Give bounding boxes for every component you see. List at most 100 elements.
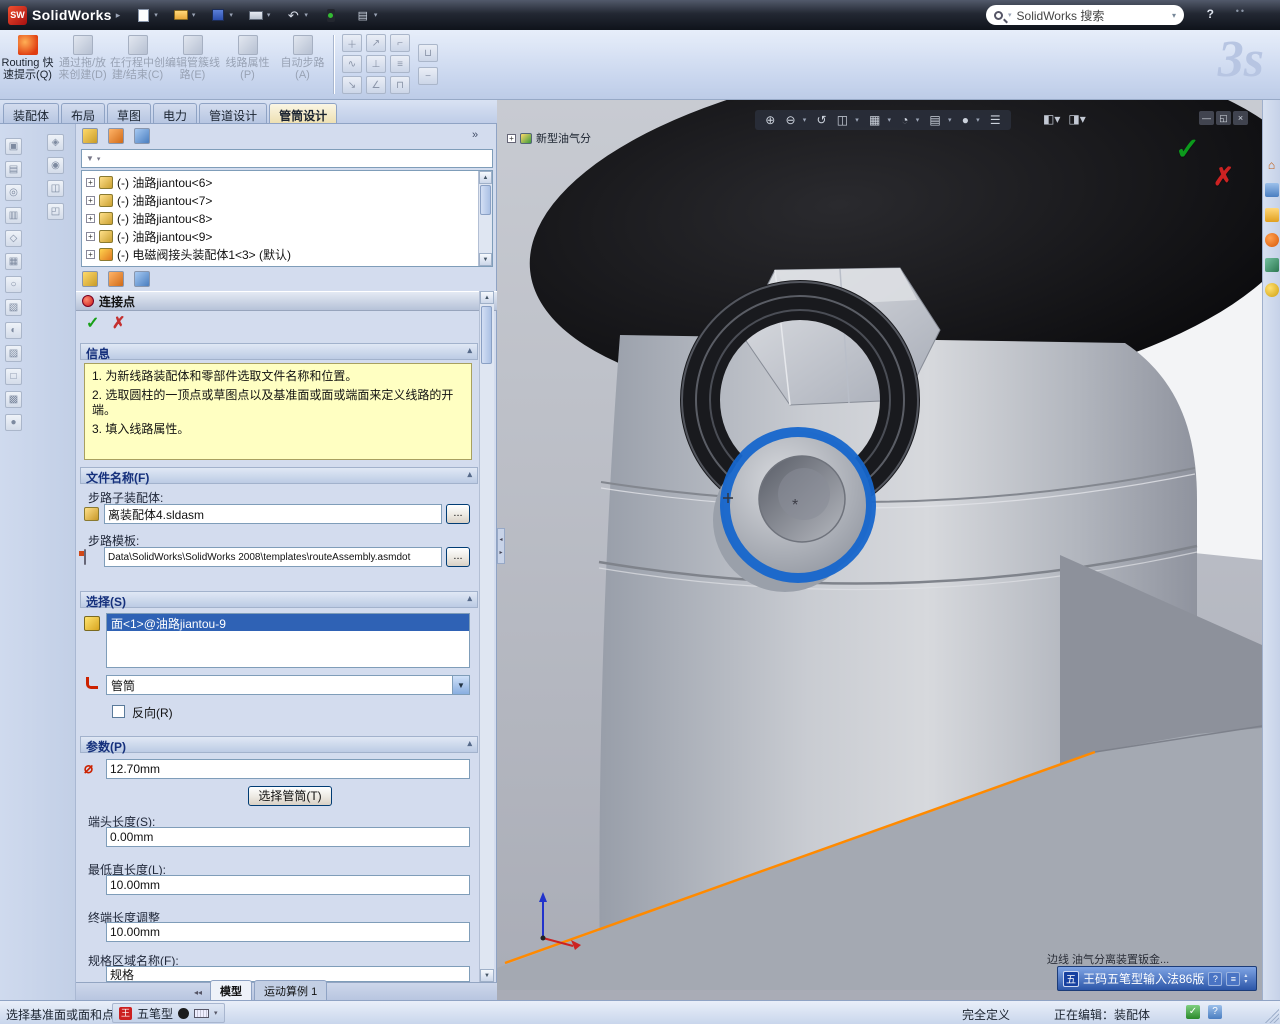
help-button[interactable]: ? — [1207, 7, 1214, 21]
routing-quick-tips-button[interactable]: Routing 快速提示(Q) — [0, 32, 55, 97]
tree-item-label[interactable]: (-) 油路jiantou<7> — [117, 192, 212, 209]
routing-tool-button[interactable]: ⌐ — [390, 34, 410, 52]
left-toolbar-button[interactable]: ◐ — [5, 322, 22, 339]
collapse-chevron-icon[interactable]: ▴ — [467, 738, 472, 751]
selected-face-item[interactable]: 面<1>@油路jiantou-9 — [107, 614, 469, 631]
ime-docked-bar[interactable]: 王 五笔型 ▾ — [112, 1003, 225, 1023]
status-ok-icon[interactable]: ✓ — [1186, 1005, 1200, 1019]
previous-view-icon[interactable]: ↺ — [816, 113, 826, 127]
pm-ok-button[interactable]: ✓ — [86, 313, 99, 333]
expand-icon[interactable]: + — [86, 196, 95, 205]
collapse-chevron-icon[interactable]: ▴ — [467, 345, 472, 358]
tab-sketch[interactable]: 草图 — [107, 103, 151, 123]
confirmation-cancel-icon[interactable]: ✗ — [1213, 162, 1234, 192]
tree-filter[interactable]: ▼ ▾ — [81, 149, 493, 168]
new-document-button[interactable]: ▾ — [134, 7, 158, 23]
appearance-icon[interactable]: ● — [962, 113, 969, 127]
scroll-up-icon[interactable]: ▲ — [480, 291, 494, 304]
collapse-chevron-icon[interactable]: ▴ — [467, 593, 472, 606]
view-orientation-icon[interactable]: ▦ — [869, 113, 880, 127]
file-explorer-icon[interactable] — [1265, 208, 1279, 222]
configurationmanager-tab-icon[interactable] — [134, 128, 150, 144]
configurationmanager-tab-icon[interactable] — [134, 271, 150, 287]
left-toolbar-button[interactable]: ◎ — [5, 184, 22, 201]
options-button[interactable]: ▤▾ — [354, 7, 378, 23]
doc-close-icon[interactable]: × — [1233, 111, 1248, 125]
tab-layout[interactable]: 布局 — [61, 103, 105, 123]
reverse-checkbox[interactable] — [112, 705, 125, 718]
confirmation-ok-icon[interactable]: ✓ — [1175, 132, 1200, 167]
expand-icon[interactable]: + — [86, 232, 95, 241]
expand-icon[interactable]: + — [86, 214, 95, 223]
featuremanager-tab-icon[interactable] — [82, 128, 98, 144]
edit-route-button[interactable]: 编辑管簇线路(E) — [165, 32, 220, 97]
auto-route-button[interactable]: 自动步路(A) — [275, 32, 330, 97]
left-toolbar-button[interactable]: ▤ — [5, 161, 22, 178]
ime-lang-icon[interactable]: 王 — [119, 1007, 132, 1020]
scroll-down-icon[interactable]: ▼ — [480, 969, 494, 982]
print-button[interactable]: ▾ — [247, 7, 271, 23]
search-dropdown-icon[interactable]: ▾ — [1172, 11, 1176, 20]
diameter-input[interactable] — [106, 759, 470, 779]
dropdown-arrow-icon[interactable]: ▼ — [452, 676, 469, 694]
annotation-icon[interactable]: ◨▾ — [1068, 112, 1085, 126]
panel-splitter-handle[interactable]: ◂▸ — [497, 528, 505, 564]
tab-scroll-left-icon[interactable]: ◂◂ — [194, 988, 202, 1000]
keyboard-icon[interactable] — [194, 1009, 209, 1018]
design-library-icon[interactable] — [1265, 183, 1279, 197]
ime-dock-caret-icon[interactable]: ▾ — [214, 1009, 218, 1017]
selection-section-header[interactable]: 选择(S) ▴ — [80, 591, 478, 608]
model-tab[interactable]: 模型 — [210, 980, 252, 1000]
doc-restore-icon[interactable]: ◱ — [1216, 111, 1231, 125]
tree-item[interactable]: + (-) 电磁阀接头装配体1<3> (默认) — [82, 245, 492, 263]
tab-tubing[interactable]: 管筒设计 — [269, 103, 337, 123]
left-toolbar-button[interactable]: ◰ — [47, 203, 64, 220]
scroll-thumb[interactable] — [480, 185, 491, 215]
routing-tool-button[interactable]: ＋ — [342, 34, 362, 52]
left-toolbar-button[interactable]: ◇ — [5, 230, 22, 247]
info-section-header[interactable]: 信息 ▴ — [80, 343, 478, 360]
rebuild-button[interactable] — [322, 7, 340, 23]
scroll-thumb[interactable] — [481, 306, 492, 364]
routing-tool-button[interactable]: ⊥ — [366, 55, 386, 73]
tree-item[interactable]: + (-) 油路jiantou<9> — [82, 227, 492, 245]
routing-tool-button[interactable]: ⊔ — [418, 44, 438, 62]
document-tree-flyout[interactable]: + 新型油气分 — [507, 130, 591, 146]
collapse-chevron-icon[interactable]: ▴ — [467, 469, 472, 482]
quick-tips-icon[interactable]: ? — [1208, 1005, 1222, 1019]
create-by-dragdrop-button[interactable]: 通过拖/放来创建(D) — [55, 32, 110, 97]
doc-minimize-icon[interactable]: — — [1199, 111, 1214, 125]
tree-scrollbar[interactable]: ▲ ▼ — [478, 171, 492, 266]
search-scope-caret-icon[interactable]: ▾ — [1008, 11, 1012, 19]
appearances-icon[interactable] — [1265, 258, 1279, 272]
left-toolbar-button[interactable]: ▩ — [5, 391, 22, 408]
left-toolbar-button[interactable]: □ — [5, 368, 22, 385]
home-icon[interactable]: ⌂ — [1265, 158, 1279, 172]
tree-item[interactable]: + (-) 油路jiantou<6> — [82, 173, 492, 191]
tree-item-label[interactable]: (-) 电磁阀接头装配体1<3> (默认) — [117, 246, 291, 263]
ink-icon[interactable] — [178, 1008, 189, 1019]
panel-scrollbar[interactable]: ▲ ▼ — [479, 291, 494, 982]
routing-tool-button[interactable]: ∠ — [366, 76, 386, 94]
camera-icon[interactable]: ◧▾ — [1043, 112, 1060, 126]
routing-tool-button[interactable]: ≡ — [390, 55, 410, 73]
expand-icon[interactable]: + — [86, 178, 95, 187]
pm-cancel-button[interactable]: ✗ — [112, 313, 125, 333]
search-box[interactable]: ▾ SolidWorks 搜索 ▾ — [986, 5, 1184, 25]
browse-template-button[interactable]: ... — [446, 547, 470, 567]
resize-grip[interactable] — [1265, 1009, 1279, 1023]
open-button[interactable]: ▾ — [172, 7, 196, 23]
routing-tool-button[interactable]: ↘ — [342, 76, 362, 94]
left-toolbar-button[interactable]: ▣ — [5, 138, 22, 155]
scroll-up-icon[interactable]: ▲ — [479, 171, 492, 184]
selection-listbox[interactable]: 面<1>@油路jiantou-9 — [106, 613, 470, 668]
parameters-section-header[interactable]: 参数(P) ▴ — [80, 736, 478, 753]
ime-menu-icon[interactable]: ≡ — [1226, 972, 1240, 986]
tree-item[interactable]: + (-) 油路jiantou<7> — [82, 191, 492, 209]
tree-item-label[interactable]: (-) 油路jiantou<8> — [117, 210, 212, 227]
left-toolbar-button[interactable]: ○ — [5, 276, 22, 293]
routing-tool-button[interactable]: − — [418, 67, 438, 85]
featuremanager-tab-icon[interactable] — [82, 271, 98, 287]
browse-subassembly-button[interactable]: ... — [446, 504, 470, 524]
hide-show-icon[interactable]: ▤ — [929, 113, 940, 127]
